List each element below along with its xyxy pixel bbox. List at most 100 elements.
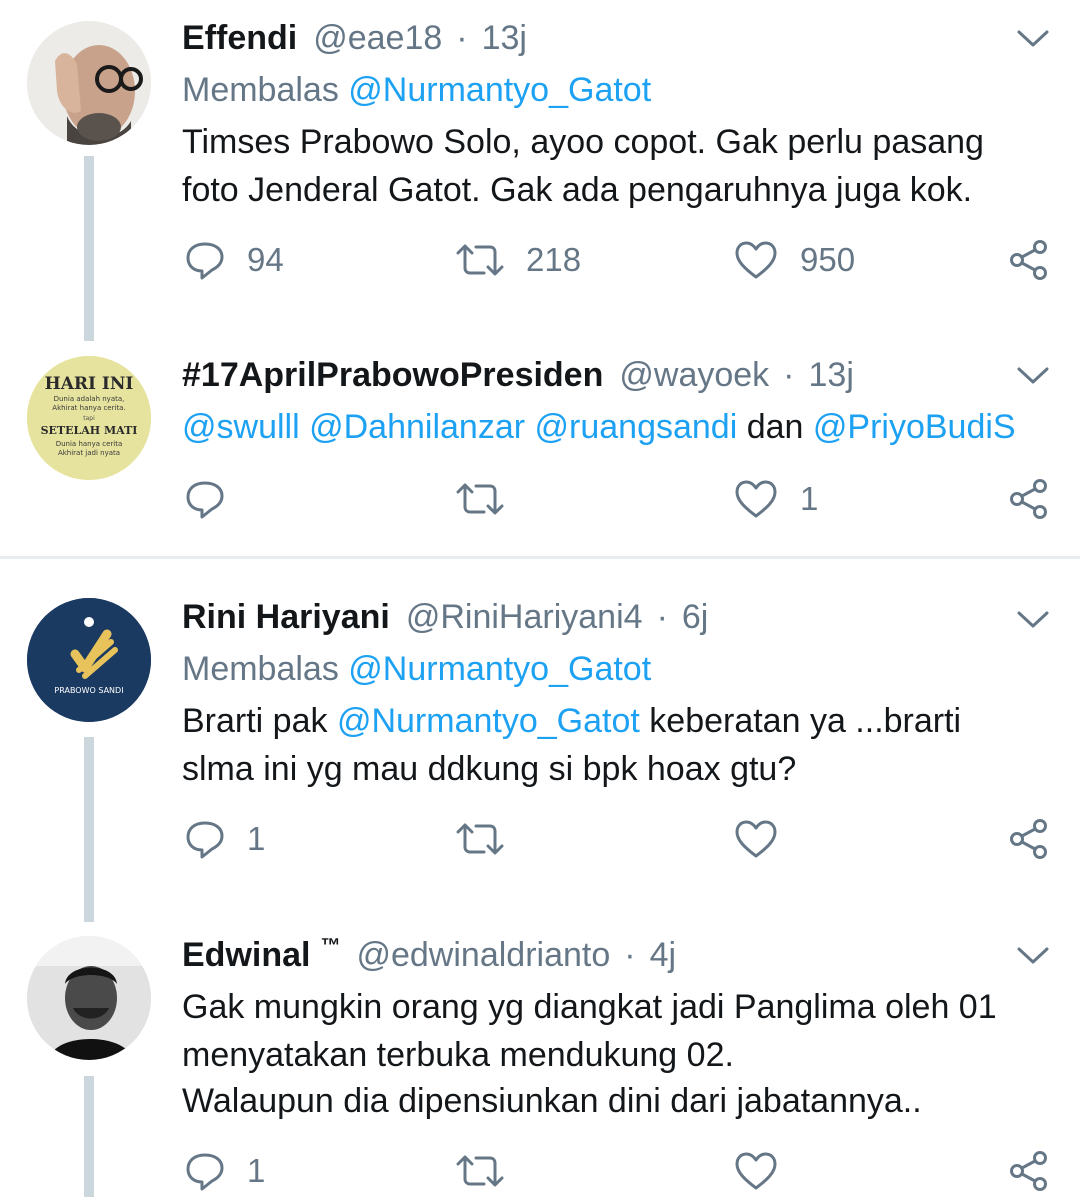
user-handle[interactable]: @wayoek xyxy=(619,350,769,400)
chevron-down-icon[interactable] xyxy=(1016,946,1050,966)
share-button[interactable] xyxy=(1008,474,1050,524)
tweet-wayoek[interactable]: HARI INI Dunia adalah nyata, Akhirat han… xyxy=(0,348,1080,558)
tweet-text-line-1: Timses Prabowo Solo, ayoo copot. Gak per… xyxy=(182,123,984,161)
retweet-icon xyxy=(456,479,504,519)
avatar[interactable] xyxy=(27,21,151,145)
mention-link[interactable]: @Dahnilanzar xyxy=(309,408,525,446)
tweet-header: #17AprilPrabowoPresiden @wayoek · 13j xyxy=(182,350,854,400)
avatar-text: PRABOWO SANDI xyxy=(54,686,123,695)
share-button[interactable] xyxy=(1008,814,1050,864)
retweet-icon xyxy=(456,819,504,859)
reply-count: 1 xyxy=(247,820,266,857)
avatar-effendi-image xyxy=(27,21,151,145)
reply-to-mention[interactable]: @Nurmantyo_Gatot xyxy=(348,71,651,109)
timestamp[interactable]: 13j xyxy=(482,13,527,63)
like-count: 1 xyxy=(800,480,819,517)
reply-button[interactable]: 1 xyxy=(185,814,265,864)
share-icon xyxy=(1008,478,1050,520)
chevron-down-icon[interactable] xyxy=(1016,29,1050,49)
like-button[interactable] xyxy=(734,1146,778,1196)
tweet-header: Effendi @eae18 · 13j xyxy=(182,13,527,63)
reply-prefix: Membalas xyxy=(182,650,339,688)
user-handle[interactable]: @RiniHariyani4 xyxy=(406,592,643,642)
reply-icon xyxy=(185,1151,225,1191)
separator-dot: · xyxy=(456,19,468,57)
tweet-text-line-2: foto Jenderal Gatot. Gak ada pengaruhnya… xyxy=(182,171,973,209)
mention-link[interactable]: @swulll xyxy=(182,408,300,446)
chevron-down-icon[interactable] xyxy=(1016,366,1050,386)
user-handle[interactable]: @edwinaldrianto xyxy=(356,930,610,980)
reply-context: Membalas @Nurmantyo_Gatot xyxy=(182,65,651,115)
timestamp[interactable]: 6j xyxy=(682,592,708,642)
like-button[interactable]: 1 xyxy=(734,474,818,524)
share-icon xyxy=(1008,1150,1050,1192)
reply-prefix: Membalas xyxy=(182,71,339,109)
tweet-text: keberatan ya ...brarti xyxy=(649,702,962,740)
retweet-icon xyxy=(456,1151,504,1191)
retweet-count: 218 xyxy=(526,241,582,278)
reply-icon xyxy=(185,819,225,859)
tweet-header: Edwinal ™ @edwinaldrianto · 4j xyxy=(182,930,676,980)
tweet-edwinal[interactable]: Edwinal ™ @edwinaldrianto · 4j Gak mungk… xyxy=(0,928,1080,1197)
avatar-text: HARI INI xyxy=(45,374,134,394)
retweet-button[interactable] xyxy=(456,474,504,524)
tweet-actions: 1 xyxy=(0,474,1080,524)
conjunction-text: dan xyxy=(746,408,804,446)
display-name[interactable]: #17AprilPrabowoPresiden xyxy=(182,350,603,400)
heart-icon xyxy=(734,240,778,280)
tweet-text-line-2: menyatakan terbuka mendukung 02. xyxy=(182,1036,734,1074)
heart-icon xyxy=(734,479,778,519)
avatar-wayoek-image: HARI INI Dunia adalah nyata, Akhirat han… xyxy=(27,356,151,480)
reply-to-mention[interactable]: @Nurmantyo_Gatot xyxy=(348,650,651,688)
tweet-actions: 1 xyxy=(0,814,1080,864)
tweet-text: @swulll @Dahnilanzar @ruangsandi dan @Pr… xyxy=(182,402,1016,452)
separator-dot: · xyxy=(783,356,795,394)
tweet-text-line-3: Walaupun dia dipensiunkan dini dari jaba… xyxy=(182,1082,922,1120)
avatar-text: Akhirat jadi nyata xyxy=(58,449,120,457)
avatar[interactable]: HARI INI Dunia adalah nyata, Akhirat han… xyxy=(27,356,151,480)
avatar-text: Akhirat hanya cerita. xyxy=(52,404,125,412)
display-name[interactable]: Rini Hariyani xyxy=(182,592,390,642)
avatar[interactable] xyxy=(27,936,151,1060)
mention-link[interactable]: @ruangsandi xyxy=(535,408,738,446)
conversation-divider xyxy=(0,556,1080,559)
mention-link[interactable]: @PriyoBudiS xyxy=(813,408,1016,446)
like-count: 950 xyxy=(800,241,856,278)
share-button[interactable] xyxy=(1008,1146,1050,1196)
share-icon xyxy=(1008,818,1050,860)
mention-link[interactable]: @Nurmantyo_Gatot xyxy=(337,702,640,740)
timestamp[interactable]: 13j xyxy=(809,350,854,400)
avatar-text: Dunia hanya cerita xyxy=(56,440,123,448)
like-button[interactable] xyxy=(734,814,778,864)
avatar-text: tapi xyxy=(83,415,95,422)
tweet-text-line-1: Brarti pak @Nurmantyo_Gatot keberatan ya… xyxy=(182,696,961,746)
tweet-actions: 1 xyxy=(0,1146,1080,1196)
avatar-rini-image: PRABOWO SANDI xyxy=(27,598,151,722)
separator-dot: · xyxy=(624,936,636,974)
tweet-rini[interactable]: PRABOWO SANDI Rini Hariyani @RiniHariyan… xyxy=(0,592,1080,922)
avatar[interactable]: PRABOWO SANDI xyxy=(27,598,151,722)
heart-icon xyxy=(734,1151,778,1191)
chevron-down-icon[interactable] xyxy=(1016,610,1050,630)
avatar-text: Dunia adalah nyata, xyxy=(54,395,125,403)
retweet-button[interactable] xyxy=(456,814,504,864)
separator-dot: · xyxy=(656,598,668,636)
timestamp[interactable]: 4j xyxy=(650,930,676,980)
tweet-text-line-1: Gak mungkin orang yg diangkat jadi Pangl… xyxy=(182,988,997,1026)
display-name[interactable]: Edwinal xyxy=(182,930,310,980)
reply-button[interactable]: 1 xyxy=(185,1146,265,1196)
tweet-header: Rini Hariyani @RiniHariyani4 · 6j xyxy=(182,592,708,642)
user-handle[interactable]: @eae18 xyxy=(313,13,442,63)
tweet-effendi[interactable]: Effendi @eae18 · 13j Membalas @Nurmantyo… xyxy=(0,11,1080,341)
avatar-edwinal-image xyxy=(27,936,151,1060)
reply-context: Membalas @Nurmantyo_Gatot xyxy=(182,644,651,694)
display-name[interactable]: Effendi xyxy=(182,13,297,63)
like-button[interactable]: 950 xyxy=(734,235,855,285)
retweet-button[interactable]: 218 xyxy=(456,235,581,285)
reply-count: 94 xyxy=(247,241,284,278)
reply-button[interactable]: 94 xyxy=(185,235,284,285)
reply-button[interactable] xyxy=(185,474,225,524)
share-button[interactable] xyxy=(1008,235,1050,285)
retweet-button[interactable] xyxy=(456,1146,504,1196)
reply-icon xyxy=(185,240,225,280)
